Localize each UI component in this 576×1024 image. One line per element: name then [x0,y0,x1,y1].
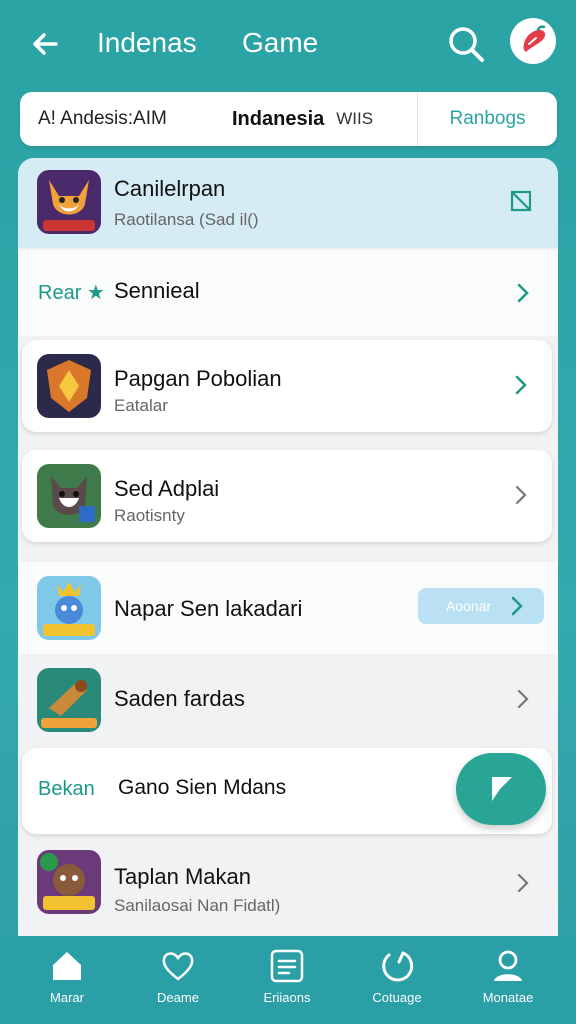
item-title: Napar Sen lakadari [114,596,303,621]
tab-ranbogs[interactable]: Ranbogs [417,92,557,146]
nav-refresh[interactable]: Cotuage [347,948,447,1005]
tab-bar: A! Andesis:AIM Indanesia WIIS Ranbogs [20,92,557,146]
fish-game-icon [37,668,101,732]
action-button-label: Aoonar [446,598,492,614]
chevron-right-icon [517,689,529,709]
section-label: Rear ★ [38,282,105,304]
hero-game-icon [37,576,101,640]
beaver-game-icon [37,850,101,914]
list-item[interactable]: Napar Sen lakadari Aoonar [18,562,558,654]
chevron-right-icon [515,485,527,505]
list-item[interactable]: Sed Adplai Raotisnty [22,450,552,542]
item-label: Bekan [38,778,95,800]
play-fab-button[interactable] [456,753,546,825]
item-subtitle: Eatalar [114,396,168,415]
external-link-icon[interactable] [510,190,532,212]
section-row[interactable]: Rear ★ Sennieal [18,250,558,336]
search-button[interactable] [444,22,488,66]
nav-profile[interactable]: Monatae [458,948,558,1005]
item-subtitle: Sanilaosai Nan Fidatl) [114,896,281,915]
tab-indanesia-sub: WIIS [336,109,374,128]
list-icon [270,949,304,983]
nav-favorites[interactable]: Deame [128,948,228,1005]
featured-subtitle: Raotilansa (Sad il() [114,210,259,229]
chevron-right-icon [517,283,529,303]
refresh-icon [382,951,414,982]
tab-indanesia-label: Indanesia [232,107,325,130]
play-icon [492,777,512,801]
item-title: Gano Sien Mdans [118,776,287,799]
heart-icon [162,952,194,981]
item-subtitle: Raotisnty [114,506,185,525]
nav-profile-label: Monatae [482,990,534,1005]
item-title: Sed Adplai [114,476,220,501]
nav-refresh-label: Cotuage [372,990,422,1005]
fox-game-icon [37,170,101,234]
nav-home-label: Marar [50,990,84,1005]
nav-list-label: Eriiaons [263,990,311,1005]
list-item[interactable]: Taplan Makan Sanilaosai Nan Fidatl) [18,840,558,938]
item-title: Taplan Makan [114,864,251,889]
user-icon [494,950,522,981]
nav-list[interactable]: Eriiaons [237,948,337,1005]
list-item[interactable]: Papgan Pobolian Eatalar [22,340,552,432]
chevron-right-icon [517,873,529,893]
action-button[interactable]: Aoonar [418,588,544,624]
bottom-navigation: Marar Deame Eriiaons Cotuage Monatae [0,936,576,1024]
featured-row[interactable]: Canilelrpan Raotilansa (Sad il() [18,158,558,248]
back-arrow-icon [33,33,58,55]
header-title-left: Indenas [97,27,197,58]
chili-logo-icon [523,25,546,52]
shield-game-icon [37,354,101,418]
nav-home[interactable]: Marar [17,948,117,1005]
search-icon [449,27,484,62]
tab-indanesia[interactable]: Indanesia WIIS [232,92,373,146]
tab-andesis[interactable]: A! Andesis:AIM [38,92,167,146]
list-item[interactable]: Saden fardas [18,656,558,746]
item-title: Papgan Pobolian [114,366,282,391]
section-title: Sennieal [114,278,200,303]
home-icon [53,952,81,980]
featured-title: Canilelrpan [114,176,226,201]
header-title-right: Game [242,27,319,58]
nav-favorites-label: Deame [157,990,199,1005]
chevron-right-icon [511,596,523,616]
app-header: Indenas Game [0,0,576,86]
cat-game-icon [37,464,101,528]
chevron-right-icon [515,375,527,395]
profile-avatar-button[interactable] [510,18,556,64]
item-title: Saden fardas [114,686,245,711]
back-button[interactable] [26,24,66,64]
